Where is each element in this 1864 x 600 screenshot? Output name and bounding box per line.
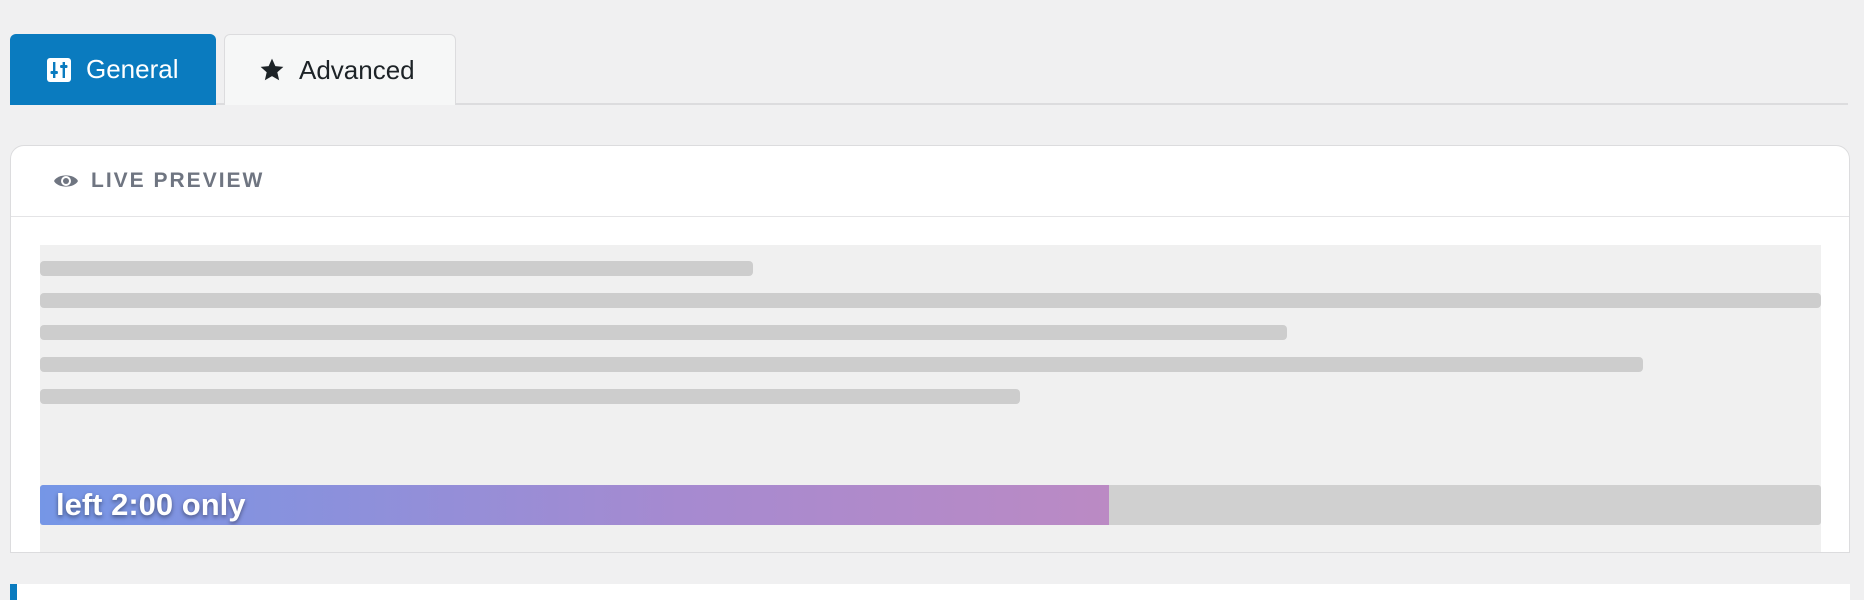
card-title: LIVE PREVIEW — [91, 169, 265, 192]
tab-bar: General Advanced — [10, 34, 1848, 105]
countdown-bar-label: left 2:00 only — [56, 487, 246, 522]
next-section-panel — [10, 584, 1850, 600]
card-header: LIVE PREVIEW — [11, 146, 1849, 217]
skeleton-line — [40, 325, 1287, 340]
skeleton-line — [40, 261, 753, 276]
skeleton-line — [40, 389, 1020, 404]
skeleton-line — [40, 293, 1821, 308]
countdown-bar: left 2:00 only — [40, 485, 1821, 525]
tab-advanced[interactable]: Advanced — [224, 34, 456, 105]
eye-icon — [53, 171, 79, 191]
tab-advanced-label: Advanced — [299, 54, 415, 85]
tab-general-label: General — [86, 54, 179, 84]
star-icon — [259, 57, 285, 83]
preview-area: left 2:00 only — [40, 245, 1821, 552]
sliders-icon — [46, 57, 72, 83]
skeleton-line — [40, 357, 1643, 372]
settings-page: General Advanced LIVE PREVIEW left 2:00 … — [0, 0, 1864, 600]
live-preview-card: LIVE PREVIEW left 2:00 only — [10, 145, 1850, 553]
tab-general[interactable]: General — [10, 34, 216, 105]
